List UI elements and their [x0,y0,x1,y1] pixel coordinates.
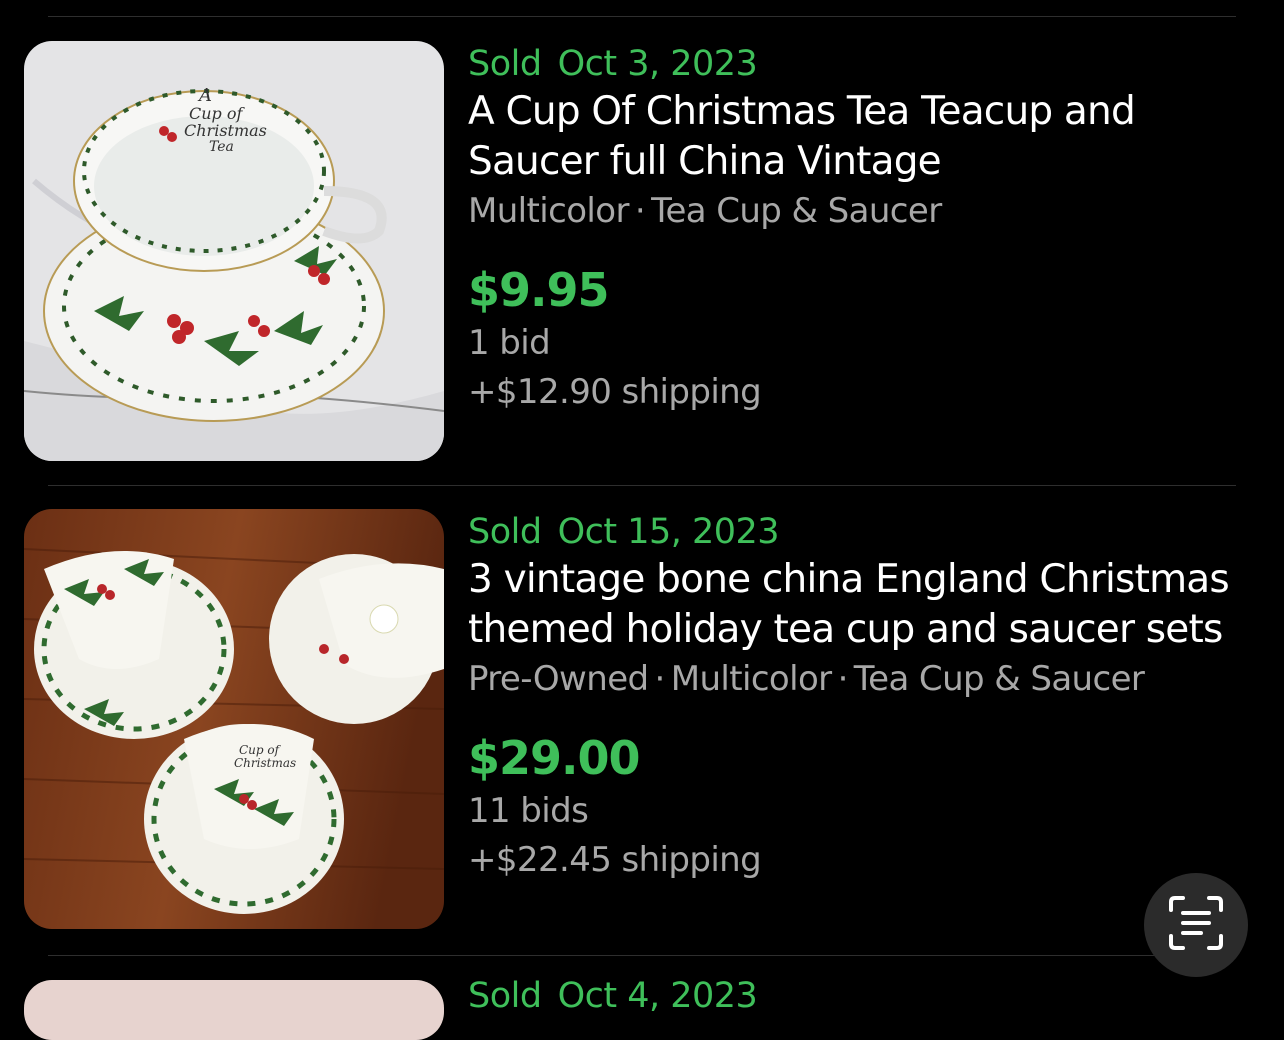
svg-text:A: A [197,85,212,106]
sold-label: Sold [468,44,542,84]
svg-text:Christmas: Christmas [184,121,267,140]
divider [48,16,1236,17]
divider [48,955,1236,956]
sold-label: Sold [468,512,542,552]
sold-date: Oct 15, 2023 [557,512,780,552]
shipping-cost: +$22.45 shipping [468,840,762,880]
separator: · [837,659,849,699]
listing-image[interactable]: Cup of Christmas [24,509,444,929]
svg-text:Cup of: Cup of [239,743,282,757]
sold-label: Sold [468,976,542,1016]
attribute: Multicolor [468,191,629,231]
divider [48,485,1236,486]
attribute: Tea Cup & Saucer [651,191,942,231]
listing-title[interactable]: 3 vintage bone china England Christmas t… [468,555,1258,655]
separator: · [654,659,666,699]
listing-image[interactable] [24,980,444,1040]
listing-title[interactable]: A Cup Of Christmas Tea Teacup and Saucer… [468,87,1258,187]
listing-attributes: Pre-Owned · Multicolor · Tea Cup & Saucer [468,655,1258,703]
sold-date: Oct 3, 2023 [557,44,758,84]
attribute: Multicolor [670,659,832,699]
listing-image[interactable]: A Cup of Christmas Tea [24,41,444,461]
sold-status: Sold Oct 4, 2023 [468,976,758,1016]
bid-count: 1 bid [468,323,551,363]
shipping-cost: +$12.90 shipping [468,372,762,412]
scan-text-icon [1167,894,1225,956]
svg-text:Tea: Tea [209,139,234,155]
separator: · [634,191,646,231]
listing-price: $9.95 [468,263,610,317]
listing-price: $29.00 [468,731,641,785]
attribute: Tea Cup & Saucer [853,659,1145,699]
sold-status: Sold Oct 15, 2023 [468,509,1258,555]
sold-status: Sold Oct 3, 2023 [468,41,1258,87]
bid-count: 11 bids [468,791,589,831]
svg-text:Christmas: Christmas [234,756,296,770]
sold-date: Oct 4, 2023 [557,976,758,1016]
scan-text-button[interactable] [1144,873,1248,977]
listing-attributes: Multicolor · Tea Cup & Saucer [468,187,1258,235]
attribute: Pre-Owned [468,659,649,699]
